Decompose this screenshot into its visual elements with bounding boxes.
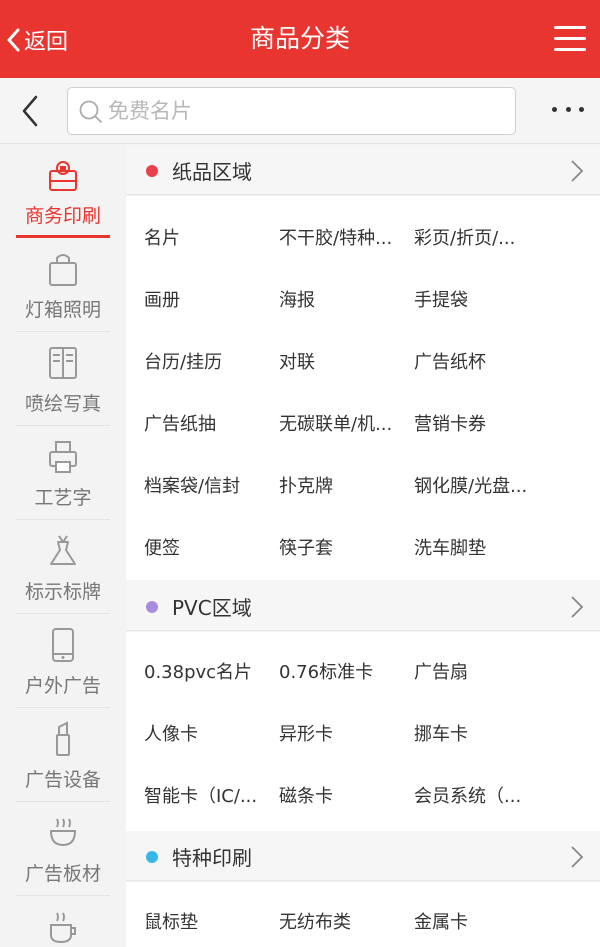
section-title: 特种印刷 xyxy=(172,846,252,870)
sidebar-item-label: 灯箱照明 xyxy=(24,299,101,321)
category-item[interactable]: 台历/挂历 xyxy=(144,348,268,374)
category-item[interactable]: 对联 xyxy=(279,348,403,374)
phone-icon xyxy=(52,628,74,662)
search-input[interactable] xyxy=(108,94,498,128)
sidebar-item-label: 标示标牌 xyxy=(24,581,101,603)
category-content: 纸品区域 名片 不干胶/特种... 彩页/折页/... 画册 海报 手提袋 台历… xyxy=(126,145,600,947)
section-title: 纸品区域 xyxy=(172,160,252,184)
dress-icon xyxy=(50,535,76,565)
category-item[interactable]: 0.38pvc名片 xyxy=(144,658,268,684)
section-grid-pvc: 0.38pvc名片 0.76标准卡 广告扇 人像卡 异形卡 挪车卡 智能卡（IC… xyxy=(126,632,600,831)
category-item[interactable]: 挪车卡 xyxy=(414,720,538,746)
category-item[interactable]: 洗车脚垫 xyxy=(414,534,538,560)
section-header-pvc[interactable]: PVC区域 xyxy=(126,581,600,631)
sidebar-item-label: 广告板材 xyxy=(24,863,101,885)
category-item[interactable]: 鼠标垫 xyxy=(144,908,268,934)
sidebar-item-label: 广告设备 xyxy=(24,769,101,791)
search-bar xyxy=(0,78,600,144)
chevron-right-icon xyxy=(571,596,584,618)
category-item[interactable]: 海报 xyxy=(279,286,403,312)
sidebar-item-label: 户外广告 xyxy=(24,675,101,697)
category-item[interactable]: 彩页/折页/... xyxy=(414,224,538,250)
sidebar-item-business-printing[interactable]: 商务印刷 xyxy=(16,145,110,238)
bag-icon xyxy=(49,254,77,286)
sidebar-item-label: 商务印刷 xyxy=(24,205,101,227)
category-item[interactable]: 画册 xyxy=(144,286,268,312)
sidebar-item-craft-letters[interactable]: 工艺字 xyxy=(16,427,110,520)
category-item[interactable]: 广告纸杯 xyxy=(414,348,538,374)
section-dot xyxy=(146,851,158,863)
bowl-icon xyxy=(49,818,77,847)
section-dot xyxy=(146,165,158,177)
sidebar-item-cups[interactable] xyxy=(16,897,110,947)
category-item[interactable]: 便签 xyxy=(144,534,268,560)
section-title: PVC区域 xyxy=(172,596,252,620)
category-item[interactable]: 无纺布类 xyxy=(279,908,403,934)
category-item[interactable]: 广告纸抽 xyxy=(144,410,268,436)
chevron-right-icon xyxy=(571,160,584,182)
sidebar-item-inkjet[interactable]: 喷绘写真 xyxy=(16,333,110,426)
more-icon[interactable] xyxy=(552,104,584,114)
section-header-special[interactable]: 特种印刷 xyxy=(126,831,600,881)
category-item[interactable]: 异形卡 xyxy=(279,720,403,746)
category-item[interactable]: 广告扇 xyxy=(414,658,538,684)
category-item[interactable]: 0.76标准卡 xyxy=(279,658,403,684)
category-item[interactable]: 无碳联单/机... xyxy=(279,410,403,436)
sidebar-item-lightbox[interactable]: 灯箱照明 xyxy=(16,239,110,332)
category-item[interactable]: 不干胶/特种... xyxy=(279,224,403,250)
category-item[interactable]: 金属卡 xyxy=(414,908,538,934)
section-header-paper[interactable]: 纸品区域 xyxy=(126,145,600,195)
search-icon xyxy=(79,100,102,123)
section-dot xyxy=(146,601,158,613)
category-item[interactable]: 档案袋/信封 xyxy=(144,472,268,498)
category-item[interactable]: 筷子套 xyxy=(279,534,403,560)
category-item[interactable]: 扑克牌 xyxy=(279,472,403,498)
panel-icon xyxy=(49,347,77,379)
sidebar-item-ad-boards[interactable]: 广告板材 xyxy=(16,803,110,896)
section-grid-special: 鼠标垫 无纺布类 金属卡 xyxy=(126,882,600,947)
top-bar: 返回 商品分类 xyxy=(0,0,600,78)
sidebar-item-signage[interactable]: 标示标牌 xyxy=(16,521,110,614)
category-item[interactable]: 人像卡 xyxy=(144,720,268,746)
sidebar-item-outdoor-ads[interactable]: 户外广告 xyxy=(16,615,110,708)
sidebar-item-label: 工艺字 xyxy=(34,487,92,509)
sidebar-item-label: 喷绘写真 xyxy=(24,393,101,415)
search-box[interactable] xyxy=(67,87,516,135)
category-item[interactable]: 营销卡券 xyxy=(414,410,538,436)
category-item[interactable]: 智能卡（IC/... xyxy=(144,782,268,808)
section-grid-paper: 名片 不干胶/特种... 彩页/折页/... 画册 海报 手提袋 台历/挂历 对… xyxy=(126,196,600,580)
category-item[interactable]: 名片 xyxy=(144,224,268,250)
cup-icon xyxy=(50,912,76,944)
print-bag-icon xyxy=(49,161,77,191)
menu-icon[interactable] xyxy=(554,24,586,54)
chevron-right-icon xyxy=(571,846,584,868)
category-item[interactable]: 会员系统（... xyxy=(414,782,538,808)
lipstick-icon xyxy=(56,721,70,756)
category-item[interactable]: 钢化膜/光盘... xyxy=(414,472,538,498)
category-item[interactable]: 手提袋 xyxy=(414,286,538,312)
category-sidebar: 商务印刷 灯箱照明 喷绘写真 工艺字 标示标牌 户外广告 广告设备 广告板材 xyxy=(0,145,126,947)
category-item[interactable]: 磁条卡 xyxy=(279,782,403,808)
sidebar-item-ad-equipment[interactable]: 广告设备 xyxy=(16,709,110,802)
back-arrow-icon[interactable] xyxy=(16,94,46,128)
printer-icon xyxy=(49,441,77,473)
page-title: 商品分类 xyxy=(249,24,350,53)
